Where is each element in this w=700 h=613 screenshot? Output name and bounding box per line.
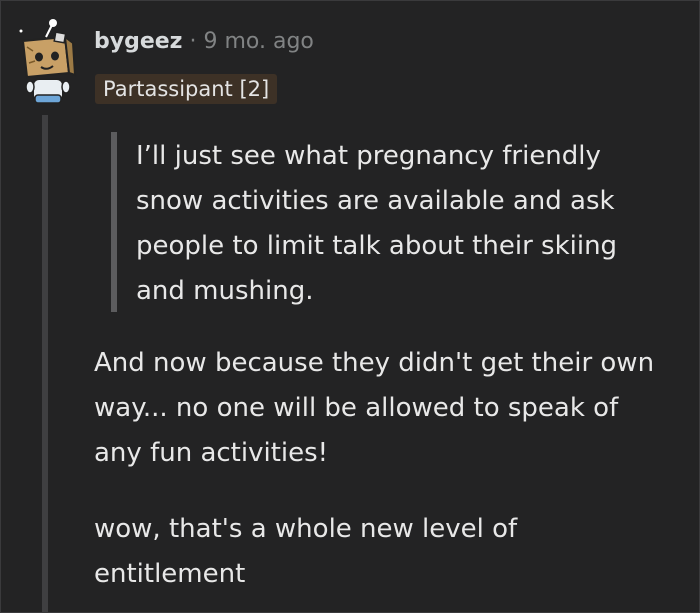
- thread-line[interactable]: [42, 115, 48, 612]
- comment-timestamp[interactable]: 9 mo. ago: [203, 29, 313, 54]
- comment-paragraph: And now because they didn't get their ow…: [94, 348, 655, 468]
- user-avatar[interactable]: [13, 17, 79, 109]
- comment-paragraph: wow, that's a whole new level of entitle…: [94, 514, 518, 589]
- user-flair: Partassipant [2]: [95, 74, 278, 104]
- comment-card: bygeez · 9 mo. ago Partassipant [2] I’ll…: [0, 0, 700, 613]
- quoted-text: I’ll just see what pregnancy friendly sn…: [136, 141, 618, 306]
- meta-separator: ·: [189, 29, 197, 54]
- snoo-box-avatar-icon: [19, 19, 77, 104]
- blockquote-bar: [111, 132, 117, 312]
- username-link[interactable]: bygeez: [94, 29, 182, 54]
- comment-header: bygeez · 9 mo. ago: [94, 29, 314, 54]
